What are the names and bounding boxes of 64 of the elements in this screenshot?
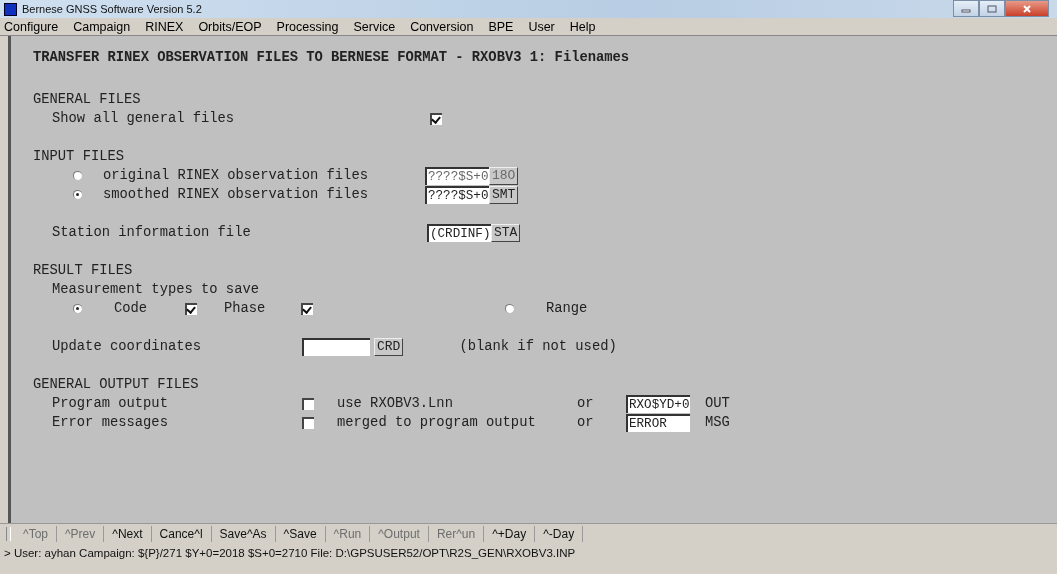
browse-button[interactable]: SMT (489, 185, 519, 204)
hint-text: (blank if not used) (459, 339, 617, 354)
form-title: TRANSFER RINEX OBSERVATION FILES TO BERNESE FORMAT - RXOBV3 1: Filenames (33, 50, 631, 67)
menu-item[interactable]: Help (569, 19, 596, 34)
maximize-button[interactable] (979, 0, 1005, 17)
option-label: Code (114, 301, 149, 316)
minimize-button[interactable] (953, 0, 979, 17)
input-field[interactable]: RXO$YD+0 (626, 394, 690, 413)
checkbox[interactable] (301, 302, 313, 315)
close-icon (1022, 4, 1032, 13)
option-label: Range (546, 301, 588, 316)
option-label: original RINEX observation files (103, 168, 369, 183)
window-title: Bernese GNSS Software Version 5.2 (22, 3, 202, 15)
toolbar-grip (6, 527, 11, 541)
or-label: or (577, 396, 595, 411)
menu-item[interactable]: Conversion (410, 19, 474, 34)
input-field[interactable]: (CRDINF) (427, 223, 491, 242)
menu-item[interactable]: Configure (4, 19, 59, 34)
input-field[interactable] (302, 337, 370, 356)
option-label: use RXOBV3.Lnn (337, 396, 454, 411)
extension-label: OUT (705, 396, 730, 411)
checkbox[interactable] (302, 416, 314, 429)
extension-label: MSG (705, 415, 730, 430)
toolbar-button[interactable]: Save^As (211, 526, 276, 542)
field-label: Update coordinates (52, 339, 203, 354)
browse-button[interactable]: CRD (374, 337, 404, 356)
field-label: Measurement types to save (52, 282, 259, 297)
toolbar-button[interactable]: ^-Day (535, 526, 584, 542)
checkbox[interactable] (302, 397, 314, 410)
toolbar-button[interactable]: ^Save (275, 526, 326, 542)
menu-item[interactable]: BPE (488, 19, 514, 34)
section-heading: INPUT FILES (33, 148, 126, 166)
option-label: Phase (224, 301, 267, 316)
status-line: > User: ayhan Campaign: ${P}/271 $Y+0=2018 $S+0=2710 File: D:\GPSUSER52/OPT\R2S_GEN\RXOBV3.INP (3, 546, 577, 561)
option-label: smoothed RINEX observation files (103, 187, 369, 202)
field-label: Error messages (52, 415, 169, 430)
toolbar-button[interactable]: ^Next (104, 526, 152, 542)
menu-item[interactable]: Orbits/EOP (198, 19, 262, 34)
app-icon (4, 2, 17, 16)
radio-button[interactable] (73, 304, 82, 313)
menu-item[interactable]: User (528, 19, 555, 34)
menu-item[interactable]: Processing (276, 19, 339, 34)
checkbox[interactable] (430, 112, 442, 125)
toolbar-button[interactable]: ^+Day (484, 526, 536, 542)
input-field[interactable]: ERROR (626, 413, 690, 432)
input-field[interactable]: ????$S+0 (425, 185, 489, 204)
option-label: Show all general files (52, 111, 236, 126)
maximize-icon (987, 4, 997, 13)
field-label: Station information file (52, 225, 252, 240)
browse-button[interactable]: STA (491, 223, 521, 242)
checkbox[interactable] (185, 302, 197, 315)
close-button[interactable] (1005, 0, 1049, 17)
section-heading: GENERAL FILES (33, 91, 142, 109)
section-heading: GENERAL OUTPUT FILES (33, 376, 200, 394)
radio-button[interactable] (73, 190, 82, 199)
toolbar-button[interactable]: Cance^l (151, 526, 212, 542)
section-heading: RESULT FILES (33, 262, 134, 280)
menu-item[interactable]: Service (353, 19, 396, 34)
field-label: Program output (52, 396, 169, 411)
radio-button[interactable] (505, 304, 514, 313)
menu-item[interactable]: RINEX (145, 19, 184, 34)
or-label: or (577, 415, 595, 430)
menu-item[interactable]: Campaign (73, 19, 131, 34)
option-label: merged to program output (337, 415, 537, 430)
